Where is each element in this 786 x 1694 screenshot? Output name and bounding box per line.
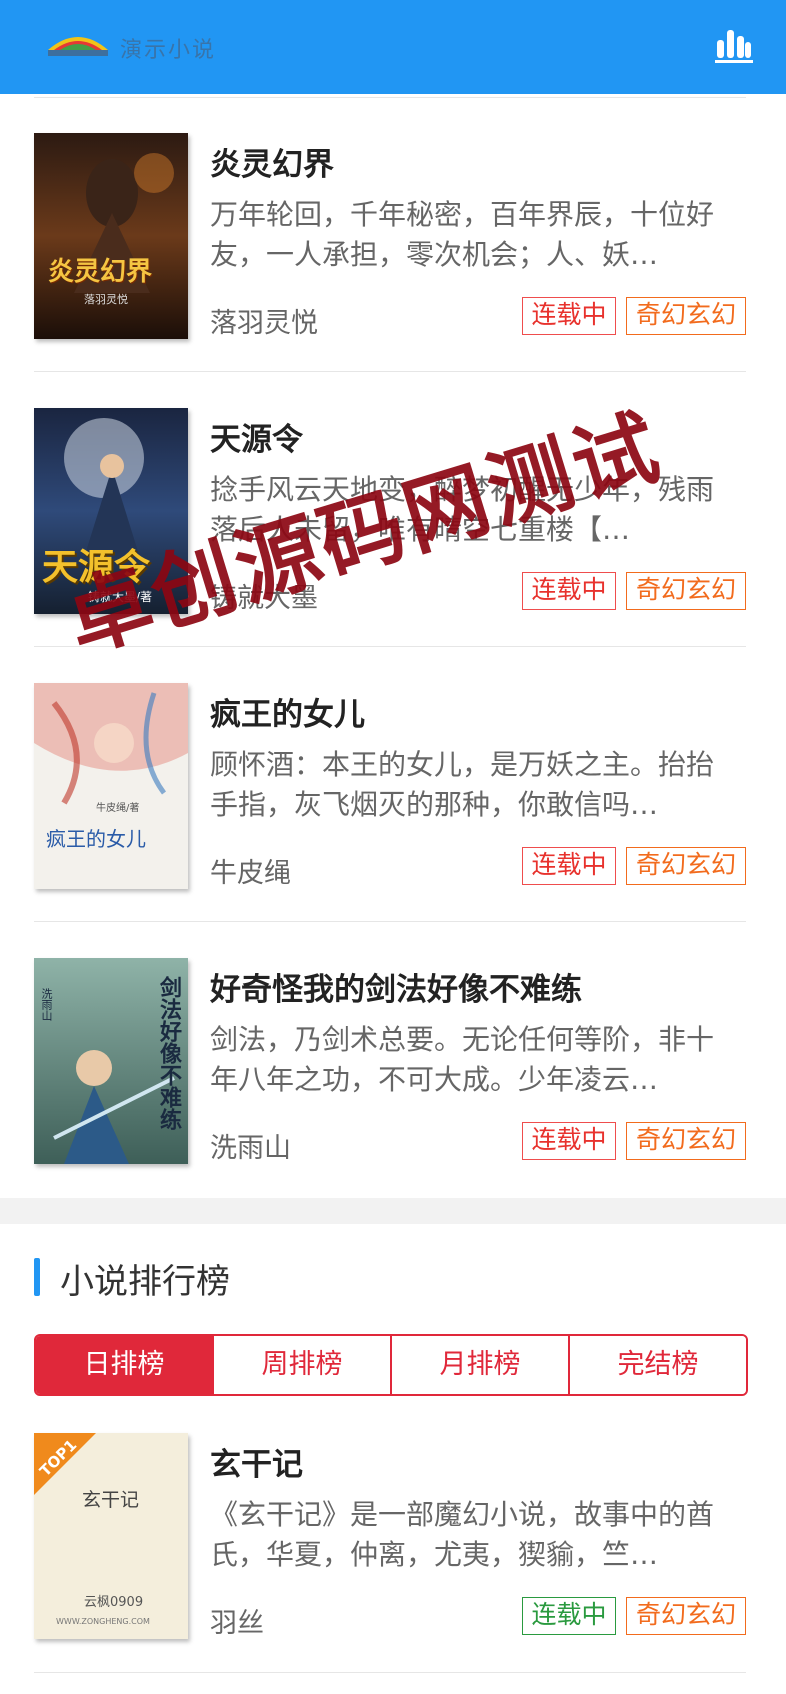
book-item[interactable]: 疯王的女儿 牛皮绳/著 疯王的女儿 顾怀酒：本王的女儿，是万妖之主。抬抬手指，灰…	[34, 683, 746, 958]
book-title[interactable]: 玄干记	[210, 1439, 303, 1484]
book-description: 顾怀酒：本王的女儿，是万妖之主。抬抬手指，灰飞烟灭的那种，你敢信吗…	[210, 748, 715, 821]
cover-site: WWW.ZONGHENG.COM	[56, 1617, 150, 1626]
logo-text: 演示小说	[120, 38, 217, 63]
bar-chart-icon[interactable]	[714, 26, 754, 66]
book-cover[interactable]: TOP1 玄干记 云枫0909 WWW.ZONGHENG.COM	[34, 1433, 188, 1639]
book-title[interactable]: 好奇怪我的剑法好像不难练	[210, 964, 582, 1009]
cover-title: 疯王的女儿	[46, 827, 146, 851]
ranking-book-item[interactable]: TOP1 玄干记 云枫0909 WWW.ZONGHENG.COM 玄干记 《玄干…	[34, 1433, 746, 1694]
section-title: 小说排行榜	[60, 1262, 230, 1302]
tab-daily[interactable]: 日排榜	[36, 1336, 214, 1394]
book-description: 万年轮回，千年秘密，百年界辰，十位好友，一人承担，零次机会；人、妖…	[210, 198, 715, 271]
item-divider	[34, 371, 746, 372]
book-description: 剑法，乃剑术总要。无论任何等阶，非十年八年之功，不可大成。少年凌云…	[210, 1023, 715, 1096]
genre-tag: 奇幻玄幻	[626, 572, 746, 610]
status-tag: 连载中	[522, 297, 616, 335]
genre-tag: 奇幻玄幻	[626, 297, 746, 335]
section-spacer	[0, 1198, 786, 1224]
cover-title: 剑法好像不难练	[156, 976, 181, 1130]
cover-author: 洗雨山	[40, 988, 53, 1021]
status-tag: 连载中	[522, 1597, 616, 1635]
tab-monthly[interactable]: 月排榜	[392, 1336, 570, 1394]
book-item[interactable]: 炎灵幻界 落羽灵悦 炎灵幻界 万年轮回，千年秘密，百年界辰，十位好友，一人承担，…	[34, 133, 746, 408]
status-tag: 连载中	[522, 847, 616, 885]
book-item[interactable]: 剑法好像不难练 洗雨山 好奇怪我的剑法好像不难练 剑法，乃剑术总要。无论任何等阶…	[34, 958, 746, 1233]
top-divider	[34, 97, 746, 98]
status-tag: 连载中	[522, 572, 616, 610]
site-logo[interactable]: 演示小说	[46, 28, 266, 64]
section-accent-bar	[34, 1258, 40, 1296]
genre-tag: 奇幻玄幻	[626, 847, 746, 885]
rainbow-logo-icon	[48, 37, 108, 56]
book-title[interactable]: 天源令	[210, 414, 303, 459]
book-author: 落羽灵悦	[210, 308, 318, 339]
book-author: 牛皮绳	[210, 858, 291, 889]
book-cover[interactable]: 疯王的女儿 牛皮绳/著	[34, 683, 188, 889]
item-divider	[34, 921, 746, 922]
genre-tag: 奇幻玄幻	[626, 1122, 746, 1160]
book-author: 羽丝	[210, 1608, 264, 1639]
cover-author: 云枫0909	[84, 1595, 144, 1610]
book-cover[interactable]: 剑法好像不难练 洗雨山	[34, 958, 188, 1164]
book-title[interactable]: 疯王的女儿	[210, 689, 365, 734]
ranking-tabs: 日排榜 周排榜 月排榜 完结榜	[34, 1334, 748, 1396]
book-description: 《玄干记》是一部魔幻小说，故事中的酋氏，华夏，仲离，尤夷，猰貐，竺…	[210, 1498, 715, 1571]
cover-title: 炎灵幻界	[48, 257, 153, 287]
genre-tag: 奇幻玄幻	[626, 1597, 746, 1635]
cover-title: 玄干记	[82, 1489, 140, 1511]
status-tag: 连载中	[522, 1122, 616, 1160]
cover-author: 落羽灵悦	[84, 293, 128, 306]
book-cover[interactable]: 炎灵幻界 落羽灵悦	[34, 133, 188, 339]
book-title[interactable]: 炎灵幻界	[210, 139, 334, 184]
tab-completed[interactable]: 完结榜	[570, 1336, 746, 1394]
app-header: 演示小说	[0, 0, 786, 94]
cover-author: 牛皮绳/著	[96, 803, 140, 814]
tab-weekly[interactable]: 周排榜	[214, 1336, 392, 1394]
book-author: 洗雨山	[210, 1133, 291, 1164]
bottom-divider	[34, 1672, 746, 1673]
